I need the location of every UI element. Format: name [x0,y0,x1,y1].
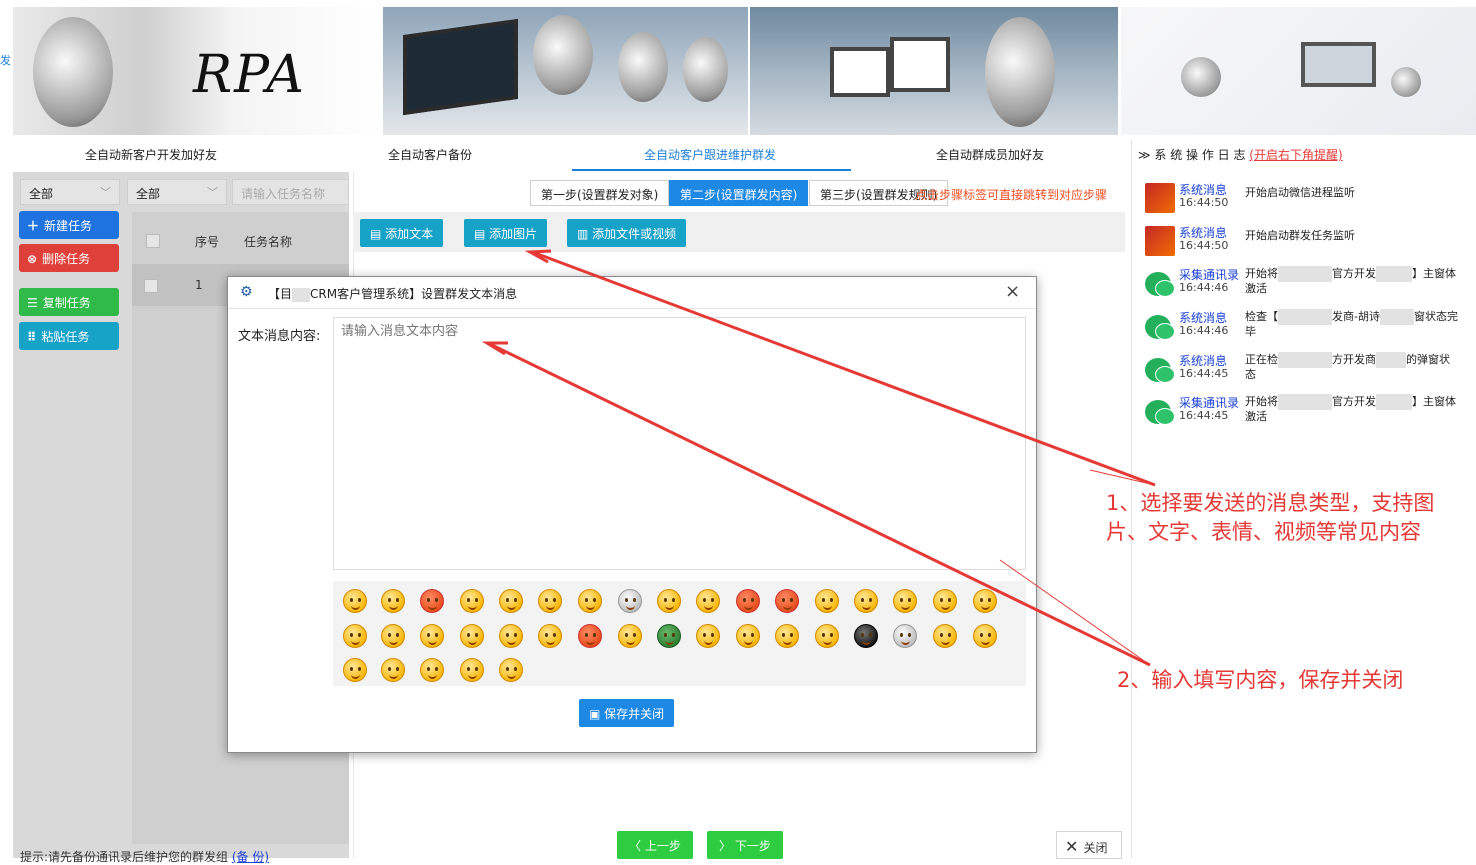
annotation-step-2: 2、输入填写内容，保存并关闭 [1117,668,1404,692]
annotation-arrows [481,249,1156,667]
annotation-step-1: 1、选择要发送的消息类型，支持图 片、文字、表情、视频等常见内容 [1106,489,1434,547]
annotation-step-1-line-1: 1、选择要发送的消息类型，支持图 [1106,491,1435,515]
leader-line-2 [999,559,1151,666]
annotation-step-1-line-2: 片、文字、表情、视频等常见内容 [1106,520,1421,544]
arrow-to-textarea [491,343,1151,667]
arrow-to-toolbar [534,251,1156,487]
arrowhead-textarea [481,341,508,356]
